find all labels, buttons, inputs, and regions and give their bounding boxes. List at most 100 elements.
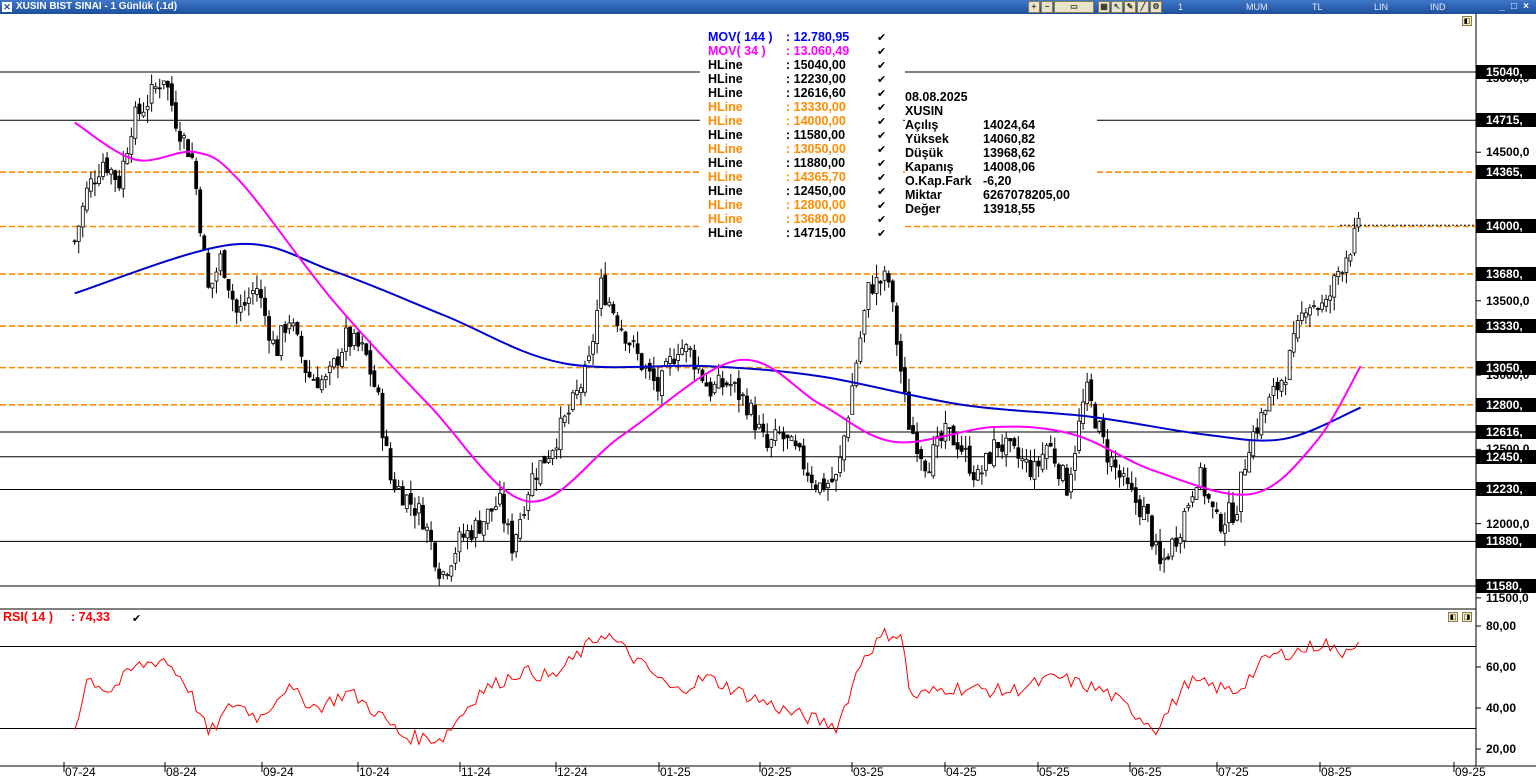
candle-body: [133, 106, 138, 139]
legend-name: HLine: [708, 198, 743, 212]
legend-check-icon: ✔: [877, 46, 887, 58]
candle-body: [279, 325, 284, 356]
candle-body: [1178, 537, 1183, 544]
candle-body: [137, 103, 142, 115]
close-button[interactable]: ×: [1520, 1, 1532, 13]
legend-name: HLine: [708, 184, 743, 198]
period-selector-icon[interactable]: ▭: [1054, 1, 1094, 13]
candle-body: [915, 432, 919, 455]
candle-body: [267, 316, 271, 341]
candle-body: [445, 574, 450, 577]
candle-body: [263, 297, 267, 316]
candle-body: [546, 457, 551, 463]
legend-name: HLine: [708, 86, 743, 100]
maximize-button[interactable]: □: [1508, 1, 1520, 13]
candle-body: [757, 423, 762, 429]
candle-body: [947, 427, 952, 429]
candle-body: [907, 391, 911, 430]
time-axis-label: 09-24: [263, 765, 294, 779]
cursor-icon[interactable]: ↖: [1111, 1, 1123, 13]
candle-body: [498, 492, 502, 505]
time-axis-label: 07-25: [1218, 765, 1249, 779]
candle-body: [826, 482, 830, 489]
settings-icon[interactable]: ⚙: [1150, 1, 1162, 13]
candle-body: [238, 306, 243, 313]
candle-body: [477, 520, 482, 534]
legend-value: : 12800,00: [786, 198, 846, 212]
chart-canvas[interactable]: [0, 14, 1536, 780]
rsi-tick-label: 80,00: [1486, 619, 1517, 633]
legend-check-icon: ✔: [877, 116, 887, 128]
rsi-panel-close-icon[interactable]: ◨: [1462, 612, 1472, 622]
info-value: 14060,82: [983, 132, 1036, 146]
candle-body: [1316, 308, 1320, 310]
price-level-box: 12230,: [1476, 482, 1536, 497]
candle-body: [502, 493, 506, 524]
candle-body: [615, 315, 620, 327]
candle-body: [785, 434, 790, 439]
zoom-out-icon[interactable]: −: [1041, 1, 1053, 13]
mode-scale[interactable]: LIN: [1374, 1, 1388, 13]
candle-body: [1227, 502, 1231, 524]
candle-body: [275, 339, 280, 357]
candle-body: [1129, 482, 1134, 490]
candle-body: [271, 339, 276, 344]
candle-body: [174, 102, 178, 129]
grid-icon[interactable]: ▦: [1098, 1, 1110, 13]
mode-currency[interactable]: TL: [1312, 1, 1323, 13]
candle-body: [959, 445, 964, 452]
legend-value: : 13050,00: [786, 142, 846, 156]
candle-body: [870, 284, 875, 294]
candle-body: [465, 530, 470, 539]
candle-body: [161, 80, 166, 85]
candle-body: [1190, 496, 1195, 503]
candle-body: [1344, 257, 1349, 273]
legend-entry: HLine : 12800,00: [708, 198, 846, 212]
candle-body: [1109, 456, 1114, 467]
legend-check-icon: ✔: [877, 186, 887, 198]
candle-body: [1348, 254, 1353, 262]
candle-body: [360, 342, 365, 345]
candle-body: [688, 348, 693, 350]
candle-body: [623, 331, 628, 344]
legend-entry: HLine: 13330,00: [708, 100, 846, 114]
candle-body: [753, 404, 757, 431]
candle-body: [327, 365, 332, 373]
mode-indicator[interactable]: IND: [1430, 1, 1446, 13]
panel-options-icon[interactable]: ◧: [1462, 16, 1472, 26]
candle-body: [741, 394, 745, 397]
candle-body: [927, 471, 932, 474]
candle-body: [655, 376, 660, 392]
legend-check-icon: ✔: [877, 228, 887, 240]
line-tool-icon[interactable]: ╱: [1137, 1, 1149, 13]
candle-body: [773, 429, 778, 441]
info-label: Değer: [905, 202, 941, 216]
time-axis-label: 08-25: [1321, 765, 1352, 779]
legend-entry: MOV( 34 ): 13.060,49: [708, 44, 849, 58]
candle-body: [1032, 461, 1037, 480]
legend-value: : 13680,00: [786, 212, 846, 226]
candle-body: [1158, 540, 1162, 565]
price-level-box: 12800,: [1476, 397, 1536, 412]
rsi-panel-options-icon[interactable]: ◧: [1448, 612, 1458, 622]
candle-body: [506, 523, 510, 526]
mode-period[interactable]: 1 Günlük: [1178, 1, 1207, 24]
candle-body: [194, 160, 199, 189]
candle-body: [988, 452, 992, 464]
info-value: 6267078205,00: [983, 188, 1070, 202]
candle-body: [157, 87, 162, 90]
legend-check-icon: ✔: [877, 172, 887, 184]
time-axis-label: 11-24: [461, 765, 491, 779]
candle-body: [1222, 524, 1227, 534]
candle-body: [797, 443, 802, 448]
candle-body: [1048, 443, 1053, 447]
pencil-icon[interactable]: ✎: [1124, 1, 1136, 13]
candle-body: [433, 542, 438, 568]
candle-body: [696, 366, 701, 370]
candle-body: [408, 493, 413, 505]
candle-body: [1154, 541, 1158, 546]
minimize-button[interactable]: _: [1496, 1, 1508, 13]
zoom-in-icon[interactable]: +: [1028, 1, 1040, 13]
mode-candle[interactable]: MUM: [1246, 1, 1268, 13]
candle-body: [388, 448, 393, 481]
